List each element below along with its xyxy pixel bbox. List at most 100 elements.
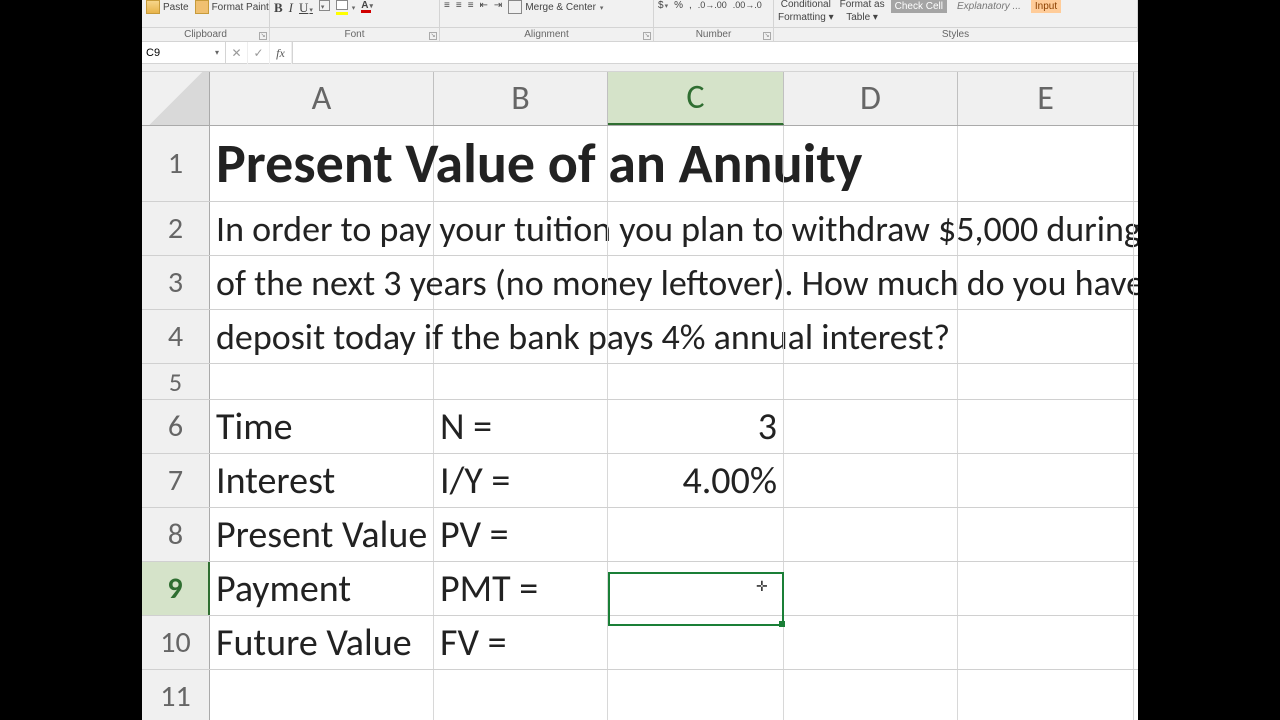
chevron-down-icon[interactable]: ▾ — [211, 46, 223, 58]
col-header-A[interactable]: A — [210, 72, 434, 125]
cell-B5[interactable] — [434, 364, 608, 399]
row-header-11[interactable]: 11 — [142, 670, 210, 720]
style-explanatory[interactable]: Explanatory ... — [953, 0, 1025, 13]
fill-color-button[interactable] — [336, 0, 355, 13]
cell-D9[interactable] — [784, 562, 958, 615]
cell-D6[interactable] — [784, 400, 958, 453]
col-header-D[interactable]: D — [784, 72, 958, 125]
cell-C8[interactable] — [608, 508, 784, 561]
cell-C1[interactable] — [608, 126, 784, 201]
cell-B4[interactable] — [434, 310, 608, 363]
border-button[interactable] — [319, 0, 330, 11]
cell-A1[interactable]: Present Value of an Annuity — [210, 126, 434, 201]
currency-button[interactable]: $ — [658, 0, 668, 11]
col-header-E[interactable]: E — [958, 72, 1134, 125]
underline-button[interactable]: U — [299, 0, 313, 16]
row-header-8[interactable]: 8 — [142, 508, 210, 561]
cell-D8[interactable] — [784, 508, 958, 561]
row-header-2[interactable]: 2 — [142, 202, 210, 255]
cell-D1[interactable] — [784, 126, 958, 201]
align-center-button[interactable]: ≡ — [456, 0, 462, 11]
cell-E7[interactable] — [958, 454, 1134, 507]
cell-D5[interactable] — [784, 364, 958, 399]
comma-button[interactable]: , — [689, 0, 692, 11]
cell-C2[interactable] — [608, 202, 784, 255]
cell-C7[interactable]: 4.00% — [608, 454, 784, 507]
paste-button[interactable]: Paste — [146, 0, 189, 14]
decrease-decimal-button[interactable]: .00→.0 — [733, 0, 762, 10]
align-right-button[interactable]: ≡ — [468, 0, 474, 11]
cell-A4[interactable]: deposit today if the bank pays 4% annual… — [210, 310, 434, 363]
align-left-button[interactable]: ≡ — [444, 0, 450, 11]
row-header-7[interactable]: 7 — [142, 454, 210, 507]
cell-A2[interactable]: In order to pay your tuition you plan to… — [210, 202, 434, 255]
bold-button[interactable]: B — [274, 0, 283, 16]
cell-E3[interactable] — [958, 256, 1134, 309]
font-color-button[interactable]: A — [361, 0, 373, 11]
cell-E5[interactable] — [958, 364, 1134, 399]
cell-E1[interactable] — [958, 126, 1134, 201]
dialog-launcher-icon[interactable]: ↘ — [429, 32, 437, 40]
cell-D3[interactable] — [784, 256, 958, 309]
dialog-launcher-icon[interactable]: ↘ — [763, 32, 771, 40]
cell-B8[interactable]: PV = — [434, 508, 608, 561]
formula-input[interactable] — [293, 42, 1138, 63]
cell-D11[interactable] — [784, 670, 958, 720]
spreadsheet-grid[interactable]: A B C D E 1 Present Value of an Annuity … — [142, 72, 1138, 720]
indent-increase-button[interactable]: ⇥ — [494, 0, 502, 11]
indent-decrease-button[interactable]: ⇤ — [480, 0, 488, 11]
cell-B6[interactable]: N = — [434, 400, 608, 453]
row-header-4[interactable]: 4 — [142, 310, 210, 363]
cell-C4[interactable] — [608, 310, 784, 363]
format-painter-button[interactable]: Format Painter — [195, 0, 269, 14]
cell-D2[interactable] — [784, 202, 958, 255]
cancel-formula-button[interactable]: ✕ — [226, 42, 248, 64]
cell-B3[interactable] — [434, 256, 608, 309]
name-box[interactable]: C9 ▾ — [142, 42, 226, 63]
cell-D10[interactable] — [784, 616, 958, 669]
row-header-6[interactable]: 6 — [142, 400, 210, 453]
dialog-launcher-icon[interactable]: ↘ — [259, 32, 267, 40]
cell-A8[interactable]: Present Value — [210, 508, 434, 561]
cell-B7[interactable]: I/Y = — [434, 454, 608, 507]
cell-E8[interactable] — [958, 508, 1134, 561]
cell-B10[interactable]: FV = — [434, 616, 608, 669]
row-header-3[interactable]: 3 — [142, 256, 210, 309]
cell-C6[interactable]: 3 — [608, 400, 784, 453]
cell-E4[interactable] — [958, 310, 1134, 363]
cell-B2[interactable] — [434, 202, 608, 255]
row-header-1[interactable]: 1 — [142, 126, 210, 201]
cell-E6[interactable] — [958, 400, 1134, 453]
cell-C3[interactable] — [608, 256, 784, 309]
row-header-5[interactable]: 5 — [142, 364, 210, 399]
cell-D7[interactable] — [784, 454, 958, 507]
cell-A5[interactable] — [210, 364, 434, 399]
cell-B1[interactable] — [434, 126, 608, 201]
cell-E11[interactable] — [958, 670, 1134, 720]
row-header-9[interactable]: 9 — [142, 562, 210, 615]
format-as-table-button[interactable]: Format as Table ▾ — [840, 0, 885, 23]
style-input[interactable]: Input — [1031, 0, 1061, 13]
merge-center-button[interactable]: Merge & Center — [508, 0, 603, 14]
cell-A7[interactable]: Interest — [210, 454, 434, 507]
cell-A10[interactable]: Future Value — [210, 616, 434, 669]
cell-C5[interactable] — [608, 364, 784, 399]
select-all-corner[interactable] — [142, 72, 210, 125]
cell-C10[interactable] — [608, 616, 784, 669]
cell-A6[interactable]: Time — [210, 400, 434, 453]
col-header-B[interactable]: B — [434, 72, 608, 125]
cell-E9[interactable] — [958, 562, 1134, 615]
cell-E10[interactable] — [958, 616, 1134, 669]
cell-B11[interactable] — [434, 670, 608, 720]
col-header-C[interactable]: C — [608, 72, 784, 125]
cell-A11[interactable] — [210, 670, 434, 720]
style-check-cell[interactable]: Check Cell — [891, 0, 947, 13]
cell-A3[interactable]: of the next 3 years (no money leftover).… — [210, 256, 434, 309]
dialog-launcher-icon[interactable]: ↘ — [643, 32, 651, 40]
enter-formula-button[interactable]: ✓ — [248, 42, 270, 64]
row-header-10[interactable]: 10 — [142, 616, 210, 669]
increase-decimal-button[interactable]: .0→.00 — [698, 0, 727, 10]
italic-button[interactable]: I — [289, 0, 293, 16]
percent-button[interactable]: % — [674, 0, 683, 11]
insert-function-button[interactable]: fx — [270, 42, 292, 64]
